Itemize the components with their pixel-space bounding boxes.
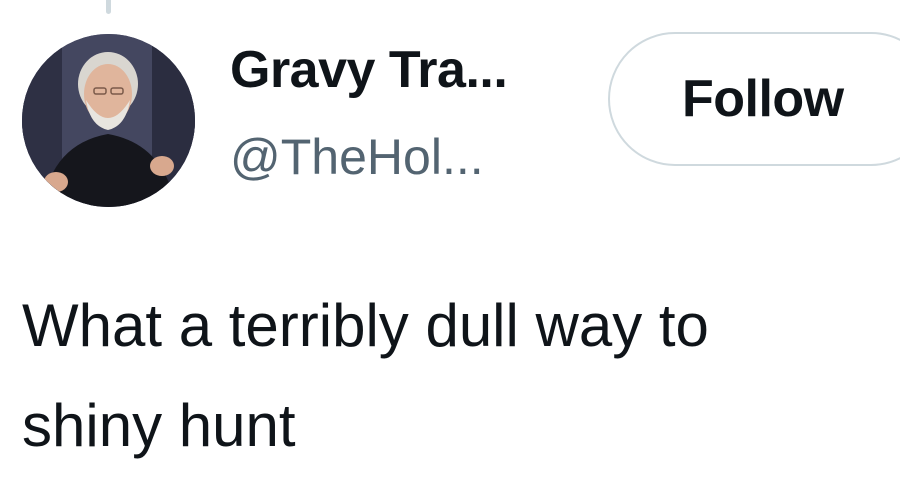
thread-connector-line bbox=[106, 0, 111, 14]
tweet-text-line: shiny hunt bbox=[22, 392, 296, 459]
tweet-text: What a terribly dull way to shiny hunt bbox=[22, 276, 900, 476]
follow-button-label: Follow bbox=[682, 70, 844, 128]
author-handle[interactable]: @TheHol... bbox=[230, 132, 484, 182]
follow-button[interactable]: Follow bbox=[608, 32, 900, 166]
tweet-text-line: What a terribly dull way to bbox=[22, 292, 709, 359]
author-display-name[interactable]: Gravy Tra... bbox=[230, 44, 508, 96]
avatar-photo bbox=[22, 34, 195, 207]
avatar[interactable] bbox=[22, 34, 195, 207]
